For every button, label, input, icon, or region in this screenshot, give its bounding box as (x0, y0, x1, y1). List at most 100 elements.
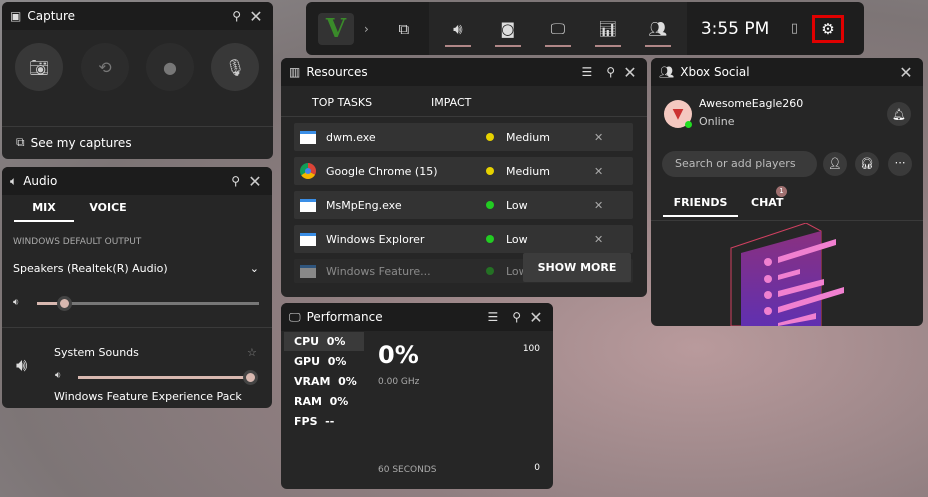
pin-icon[interactable]: ⚲ (606, 65, 615, 79)
audio-widget: 🔈︎ Audio ⚲ ✕ MIX VOICE WINDOWS DEFAULT OUTP… (2, 167, 272, 408)
task-name: Windows Explorer (326, 232, 425, 246)
close-icon[interactable]: ✕ (621, 63, 639, 82)
stat-value: 0% (327, 355, 347, 368)
cpu-frequency: 0.00 GHz (378, 377, 420, 387)
performance-title: Performance (306, 310, 383, 324)
master-volume-slider[interactable] (37, 296, 259, 311)
settings-sliders-icon[interactable]: ☰ (487, 310, 498, 324)
volume-icon: 🔉︎ (55, 370, 62, 381)
capture-title: Capture (27, 9, 76, 23)
search-players-input[interactable]: Search or add players (662, 151, 817, 177)
audio-button[interactable]: 🔊︎ (433, 2, 483, 55)
stat-value: 0% (338, 375, 357, 388)
stat-cpu[interactable]: CPU 0% (294, 335, 345, 348)
social-button[interactable]: 👥︎ (633, 2, 683, 55)
end-task-icon[interactable]: ✕ (594, 233, 603, 246)
close-icon[interactable]: ✕ (897, 63, 915, 82)
device-name: Speakers (Realtek(R) Audio) (13, 262, 168, 275)
game-icon[interactable]: V (318, 12, 354, 45)
task-impact: Low (506, 198, 528, 212)
end-task-icon[interactable]: ✕ (594, 131, 603, 144)
resources-button[interactable]: 📊︎ (583, 2, 633, 55)
party-button[interactable]: 🎧︎ (855, 152, 879, 176)
device-select[interactable]: Speakers (Realtek(R) Audio) ⌄ (13, 262, 259, 275)
close-icon[interactable]: ✕ (246, 172, 264, 191)
tab-mix[interactable]: MIX (14, 201, 74, 222)
performance-widget: 🖵︎ Performance ☰ ⚲ ✕ CPU 0% GPU 0% VRAM 0% RAM … (281, 303, 553, 489)
clock: 3:55 PM (700, 18, 770, 39)
close-icon[interactable]: ✕ (247, 7, 265, 26)
add-friend-button[interactable]: 👤︎ (823, 152, 847, 176)
pin-icon[interactable]: ⚲ (232, 9, 241, 23)
capture-button[interactable]: ◙ (483, 2, 533, 55)
bar-chart-icon: ▥ (289, 65, 301, 79)
see-captures-link[interactable]: ⧉ See my captures (16, 135, 132, 150)
app-name: System Sounds (54, 346, 139, 359)
widget-menu-button[interactable]: ⧉ (378, 2, 429, 55)
stat-fps[interactable]: FPS -- (294, 415, 334, 428)
social-title: Xbox Social (680, 65, 750, 79)
chat-badge: 1 (776, 186, 787, 197)
end-task-icon[interactable]: ✕ (594, 165, 603, 178)
col-impact[interactable]: IMPACT (431, 96, 471, 109)
show-more-button[interactable]: SHOW MORE (523, 253, 631, 282)
tab-friends[interactable]: FRIENDS (663, 196, 738, 217)
people-icon: 👥︎ (648, 19, 668, 38)
see-captures-label: See my captures (30, 135, 132, 150)
pin-icon[interactable]: ⚲ (231, 174, 240, 188)
end-task-icon[interactable]: ✕ (594, 199, 603, 212)
pin-icon[interactable]: ⚲ (512, 310, 521, 324)
stat-gpu[interactable]: GPU 0% (294, 355, 346, 368)
speaker-icon: 🔈︎ (10, 173, 18, 188)
task-row[interactable]: Google Chrome (15) Medium ✕ (294, 157, 633, 185)
app-volume-slider[interactable] (78, 370, 258, 385)
chrome-icon (300, 163, 316, 179)
more-button[interactable]: ⋯ (888, 152, 912, 176)
stat-label: CPU (294, 335, 320, 348)
capture-icon: ◙ (500, 19, 516, 38)
online-status: Online (699, 115, 735, 128)
volume-icon: 🔉︎ (13, 297, 20, 308)
app-window-icon (300, 264, 316, 278)
social-widget: 👥︎ Xbox Social ✕ ▼ AwesomeEagle260 Online … (651, 58, 923, 326)
col-top-tasks[interactable]: TOP TASKS (312, 96, 372, 109)
bell-icon: 🔔︎ (892, 107, 906, 121)
task-name: dwm.exe (326, 130, 376, 144)
headset-icon: 🎧︎ (860, 157, 874, 170)
notifications-button[interactable]: 🔔︎ (887, 102, 911, 126)
more-icon: ⋯ (894, 156, 906, 169)
task-row[interactable]: Windows Explorer Low ✕ (294, 225, 633, 253)
mouse-icon[interactable]: ▯ (791, 21, 798, 36)
task-row[interactable]: dwm.exe Medium ✕ (294, 123, 633, 151)
resources-widget: ▥ Resources ☰ ⚲ ✕ TOP TASKS IMPACT dwm.exe Me… (281, 58, 647, 297)
task-name: Google Chrome (15) (326, 164, 438, 178)
capture-widget: ▣ Capture ⚲ ✕ 📷︎ ⟲ ● 🎙︎ ⧉ See my captures (2, 2, 273, 159)
app-name: Windows Feature Experience Pack (54, 390, 242, 403)
chevron-right-icon[interactable]: › (364, 22, 369, 36)
tab-chat[interactable]: CHAT (751, 196, 783, 209)
game-bar: V › ⧉ 🔊︎ ◙ 🖵︎ 📊︎ 👥︎ 3:55 PM ▯ ⚙ (306, 2, 864, 55)
monitor-icon: 🖵︎ (289, 309, 301, 324)
stat-ram[interactable]: RAM 0% (294, 395, 348, 408)
task-row[interactable]: MsMpEng.exe Low ✕ (294, 191, 633, 219)
task-name: Windows Feature... (326, 264, 431, 278)
settings-button[interactable]: ⚙ (811, 14, 844, 43)
record-button[interactable]: ● (146, 43, 194, 91)
graph-min: 0 (534, 463, 540, 473)
stat-vram[interactable]: VRAM 0% (294, 375, 357, 388)
capture-icon: ▣ (10, 9, 22, 23)
performance-button[interactable]: 🖵︎ (533, 2, 583, 55)
impact-dot (486, 267, 494, 275)
screenshot-button[interactable]: 📷︎ (15, 43, 63, 91)
chevron-down-icon: ⌄ (249, 262, 259, 275)
record-last-button[interactable]: ⟲ (81, 43, 129, 91)
favorite-star-icon[interactable]: ☆ (247, 346, 257, 359)
mic-off-button[interactable]: 🎙︎ (211, 43, 259, 91)
settings-sliders-icon[interactable]: ☰ (581, 65, 592, 79)
avatar[interactable]: ▼ (664, 100, 692, 128)
username: AwesomeEagle260 (699, 97, 804, 110)
tab-voice[interactable]: VOICE (78, 201, 138, 214)
app-window-icon (300, 130, 316, 144)
bar-chart-icon: 📊︎ (598, 19, 618, 38)
close-icon[interactable]: ✕ (527, 308, 545, 327)
